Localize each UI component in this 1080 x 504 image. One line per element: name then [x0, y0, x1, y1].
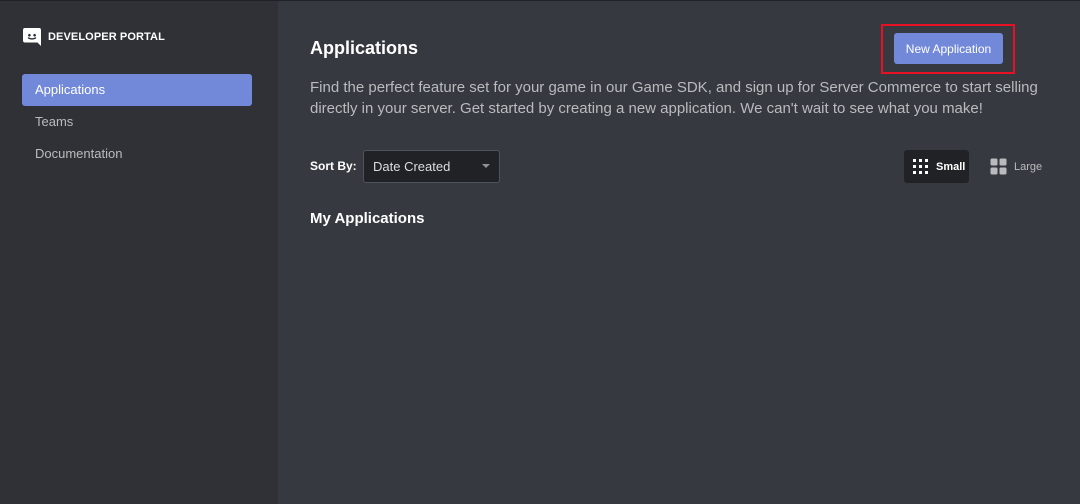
- my-applications-heading: My Applications: [310, 210, 425, 227]
- discord-logo-icon: [22, 27, 42, 47]
- app-root: DEVELOPER PORTAL Applications Teams Docu…: [0, 0, 1080, 504]
- view-small-toggle[interactable]: Small: [904, 150, 969, 183]
- grid-small-icon: [912, 158, 929, 175]
- sidebar-item-documentation[interactable]: Documentation: [22, 138, 252, 170]
- sort-selected-value: Date Created: [373, 159, 451, 174]
- sidebar-item-applications[interactable]: Applications: [22, 74, 252, 106]
- main-content: Applications New Application Find the pe…: [278, 0, 1080, 504]
- brand[interactable]: DEVELOPER PORTAL: [22, 27, 165, 47]
- brand-title: DEVELOPER PORTAL: [48, 31, 165, 43]
- sort-label: Sort By:: [310, 159, 357, 173]
- grid-large-icon: [990, 158, 1007, 175]
- new-application-button[interactable]: New Application: [894, 33, 1003, 64]
- sidebar-item-teams[interactable]: Teams: [22, 106, 252, 138]
- page-description: Find the perfect feature set for your ga…: [310, 79, 1038, 117]
- page-title: Applications: [310, 38, 419, 58]
- view-large-label: Large: [1014, 160, 1043, 173]
- sidebar: DEVELOPER PORTAL Applications Teams Docu…: [0, 0, 278, 504]
- view-large-toggle[interactable]: Large: [982, 150, 1050, 183]
- sort-select[interactable]: Date Created: [363, 150, 500, 183]
- chevron-down-icon: [482, 164, 490, 168]
- sidebar-nav: Applications Teams Documentation: [22, 74, 252, 170]
- view-small-label: Small: [936, 160, 966, 173]
